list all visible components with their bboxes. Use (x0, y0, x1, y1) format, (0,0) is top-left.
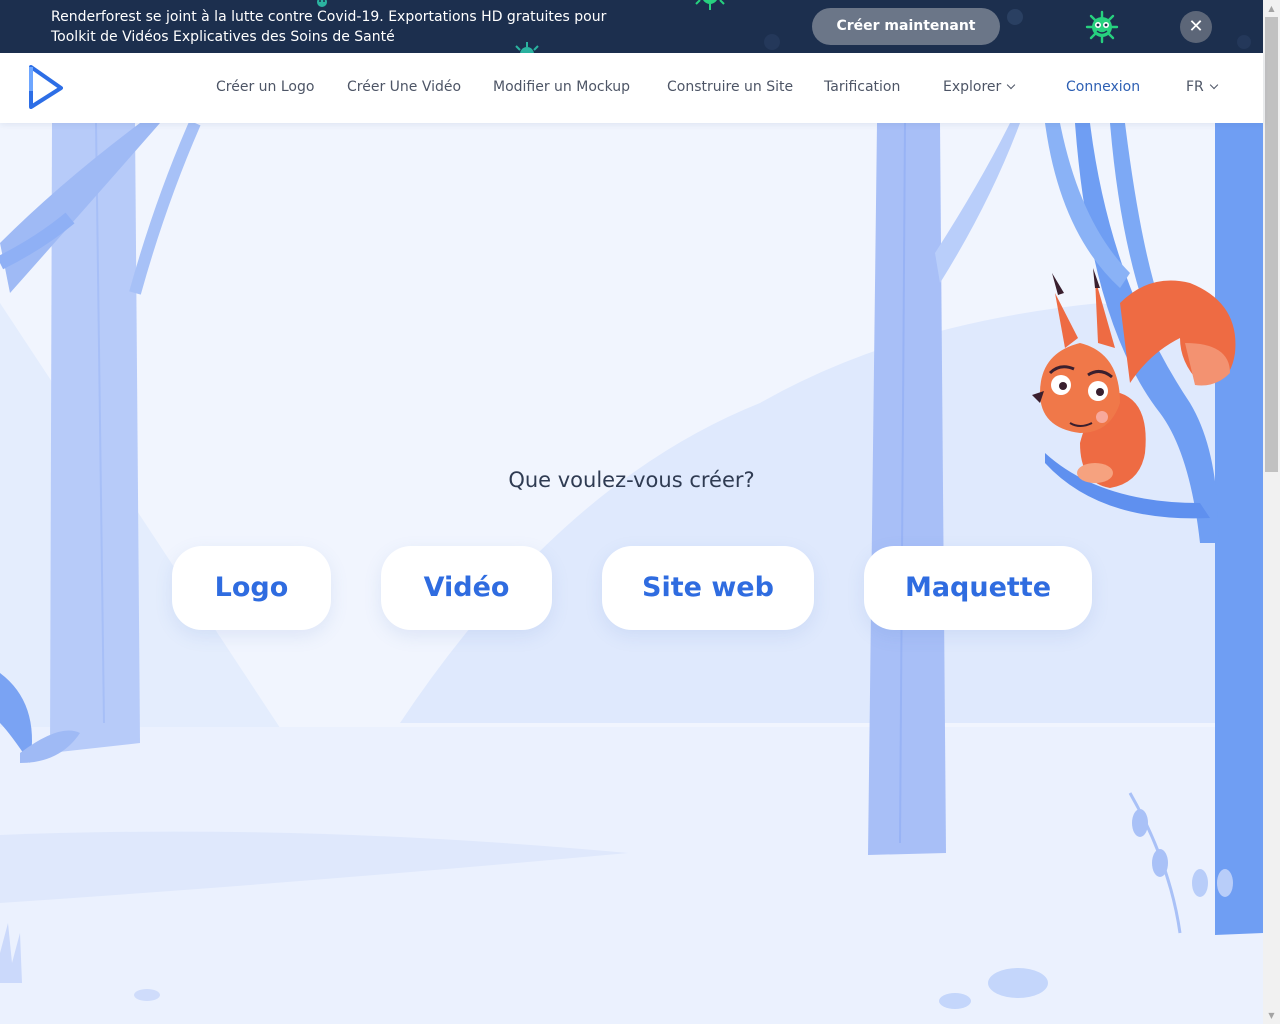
chevron-down-icon (1007, 80, 1016, 90)
virus-icon (1085, 10, 1119, 44)
create-now-button[interactable]: Créer maintenant (812, 8, 1000, 45)
nav-item-create-logo[interactable]: Créer un Logo (216, 79, 314, 95)
language-label: FR (1186, 79, 1204, 95)
virus-icon (1007, 9, 1023, 25)
scroll-down-arrow-icon[interactable]: ▼ (1263, 1007, 1280, 1024)
chevron-down-icon (1209, 80, 1219, 90)
virus-icon (1237, 35, 1251, 49)
virus-icon (317, 0, 327, 7)
virus-icon (515, 42, 539, 53)
login-link[interactable]: Connexion (1066, 79, 1140, 95)
hero-section: Que voulez-vous créer? Logo Vidéo Site w… (0, 123, 1263, 1024)
close-icon: ✕ (1188, 16, 1204, 37)
nav-item-edit-mockup[interactable]: Modifier un Mockup (493, 79, 630, 95)
virus-icon (695, 0, 725, 10)
explore-label: Explorer (943, 79, 1002, 95)
scrollbar-thumb[interactable] (1265, 17, 1278, 472)
language-selector[interactable]: FR (1186, 79, 1219, 95)
renderforest-play-logo-icon[interactable] (29, 65, 63, 109)
choice-mockup-button[interactable]: Maquette (864, 546, 1092, 630)
scroll-up-arrow-icon[interactable]: ▲ (1263, 0, 1280, 17)
covid-banner: Renderforest se joint à la lutte contre … (0, 0, 1263, 53)
nav-item-create-video[interactable]: Créer Une Vidéo (347, 79, 461, 95)
virus-icon (764, 34, 780, 50)
hero-question: Que voulez-vous créer? (508, 468, 755, 492)
nav-item-build-site[interactable]: Construire un Site (667, 79, 793, 95)
nav-item-explore[interactable]: Explorer (943, 79, 1016, 95)
banner-text: Renderforest se joint à la lutte contre … (51, 9, 607, 45)
choice-logo-button[interactable]: Logo (172, 546, 331, 630)
close-banner-button[interactable]: ✕ (1180, 11, 1212, 43)
choice-video-button[interactable]: Vidéo (381, 546, 552, 630)
page-scrollbar[interactable]: ▲ ▼ (1263, 0, 1280, 1024)
choice-website-button[interactable]: Site web (602, 546, 814, 630)
main-navigation: Créer un Logo Créer Une Vidéo Modifier u… (0, 53, 1263, 123)
nav-item-pricing[interactable]: Tarification (824, 79, 900, 95)
